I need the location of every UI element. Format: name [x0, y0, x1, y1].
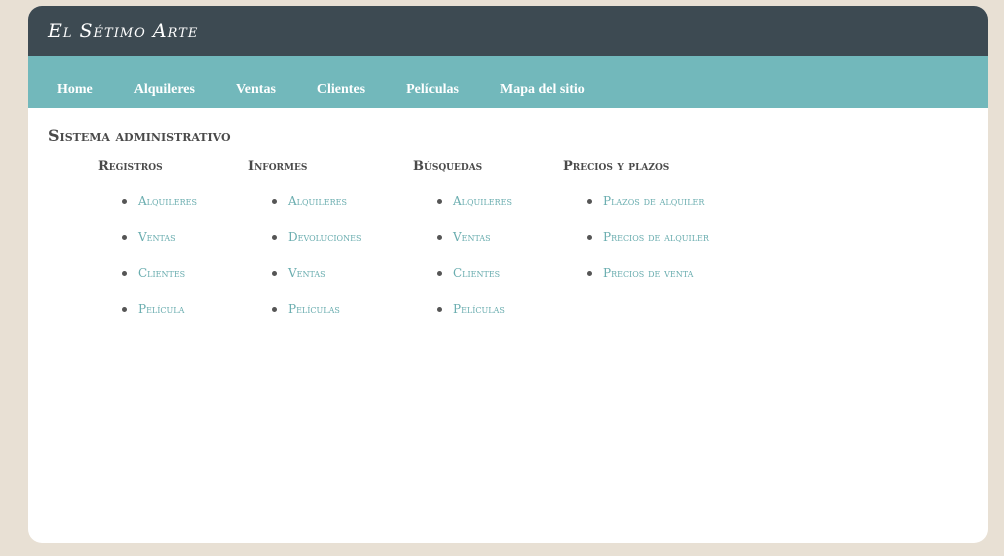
list-item: Películas	[272, 301, 361, 337]
registros-clientes-link[interactable]: Clientes	[138, 265, 185, 281]
bullet-icon	[122, 199, 127, 204]
nav-home[interactable]: Home	[57, 82, 93, 108]
busquedas-alquileres-link[interactable]: Alquileres	[453, 193, 512, 209]
main-nav: Home Alquileres Ventas Clientes Película…	[28, 56, 988, 108]
column-title: Informes	[248, 159, 308, 174]
list-item: Devoluciones	[272, 229, 361, 265]
registros-pelicula-link[interactable]: Película	[138, 301, 184, 317]
list-item: Ventas	[272, 265, 361, 301]
column-informes: Informes Alquileres Devoluciones Ventas …	[248, 159, 361, 337]
column-precios-y-plazos: Precios y plazos Plazos de alquiler Prec…	[563, 159, 709, 301]
busquedas-clientes-link[interactable]: Clientes	[453, 265, 500, 281]
bullet-icon	[272, 307, 277, 312]
informes-peliculas-link[interactable]: Películas	[288, 301, 340, 317]
bullet-icon	[437, 199, 442, 204]
link-list: Alquileres Ventas Clientes Película	[98, 193, 197, 337]
list-item: Ventas	[437, 229, 512, 265]
bullet-icon	[272, 271, 277, 276]
page-title: Sistema administrativo	[48, 126, 231, 145]
list-item: Plazos de alquiler	[587, 193, 709, 229]
bullet-icon	[122, 271, 127, 276]
column-title: Registros	[98, 159, 163, 174]
precios-de-venta-link[interactable]: Precios de venta	[603, 265, 693, 281]
bullet-icon	[122, 307, 127, 312]
list-item: Alquileres	[272, 193, 361, 229]
bullet-icon	[272, 199, 277, 204]
list-item: Alquileres	[122, 193, 197, 229]
list-item: Clientes	[437, 265, 512, 301]
busquedas-ventas-link[interactable]: Ventas	[453, 229, 491, 245]
column-registros: Registros Alquileres Ventas Clientes Pel…	[98, 159, 197, 337]
informes-alquileres-link[interactable]: Alquileres	[288, 193, 347, 209]
list-item: Películas	[437, 301, 512, 337]
nav-ventas[interactable]: Ventas	[236, 82, 276, 108]
column-title: Precios y plazos	[563, 159, 670, 174]
list-item: Ventas	[122, 229, 197, 265]
column-title: Búsquedas	[413, 159, 483, 174]
list-item: Precios de venta	[587, 265, 709, 301]
registros-ventas-link[interactable]: Ventas	[138, 229, 176, 245]
plazos-de-alquiler-link[interactable]: Plazos de alquiler	[603, 193, 704, 209]
admin-columns: Registros Alquileres Ventas Clientes Pel…	[48, 145, 968, 345]
nav-clientes[interactable]: Clientes	[317, 82, 365, 108]
precios-de-alquiler-link[interactable]: Precios de alquiler	[603, 229, 709, 245]
informes-devoluciones-link[interactable]: Devoluciones	[288, 229, 361, 245]
site-title[interactable]: El Sétimo Arte	[48, 20, 198, 42]
link-list: Plazos de alquiler Precios de alquiler P…	[563, 193, 709, 301]
nav-alquileres[interactable]: Alquileres	[134, 82, 195, 108]
main-content: Sistema administrativo Registros Alquile…	[28, 108, 988, 359]
bullet-icon	[437, 271, 442, 276]
bullet-icon	[437, 307, 442, 312]
column-busquedas: Búsquedas Alquileres Ventas Clientes Pel…	[413, 159, 512, 337]
bullet-icon	[587, 235, 592, 240]
list-item: Alquileres	[437, 193, 512, 229]
link-list: Alquileres Ventas Clientes Películas	[413, 193, 512, 337]
busquedas-peliculas-link[interactable]: Películas	[453, 301, 505, 317]
bullet-icon	[272, 235, 277, 240]
registros-alquileres-link[interactable]: Alquileres	[138, 193, 197, 209]
bullet-icon	[587, 271, 592, 276]
page-container: El Sétimo Arte Home Alquileres Ventas Cl…	[28, 6, 988, 543]
informes-ventas-link[interactable]: Ventas	[288, 265, 326, 281]
link-list: Alquileres Devoluciones Ventas Películas	[248, 193, 361, 337]
list-item: Película	[122, 301, 197, 337]
nav-peliculas[interactable]: Películas	[406, 82, 459, 108]
list-item: Clientes	[122, 265, 197, 301]
list-item: Precios de alquiler	[587, 229, 709, 265]
site-header: El Sétimo Arte	[28, 6, 988, 56]
nav-mapa-del-sitio[interactable]: Mapa del sitio	[500, 82, 585, 108]
bullet-icon	[122, 235, 127, 240]
bullet-icon	[587, 199, 592, 204]
bullet-icon	[437, 235, 442, 240]
